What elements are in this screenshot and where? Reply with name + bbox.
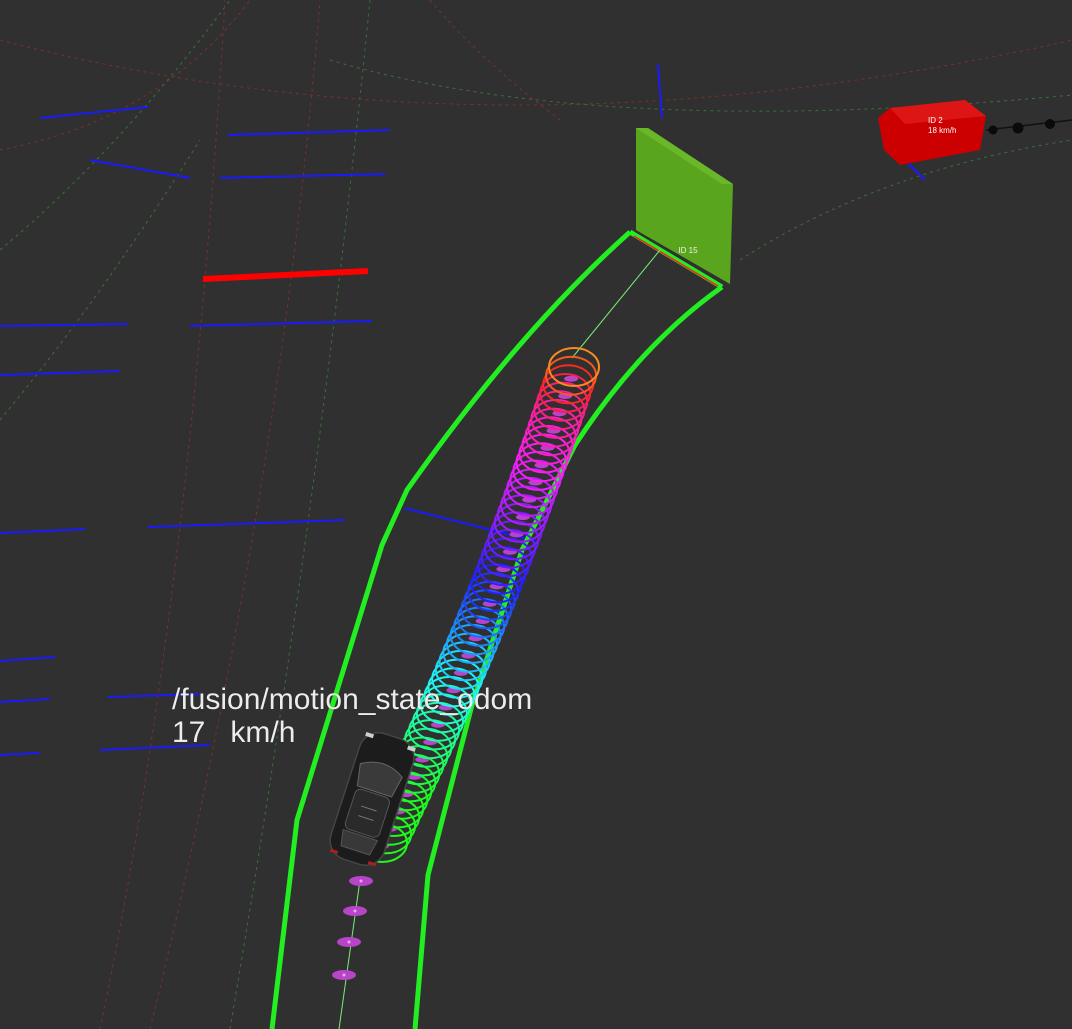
obstacle-15-id: ID 15	[678, 246, 698, 255]
scene-canvas[interactable]: ID 15 ID 2 18 km/h	[0, 0, 1072, 1029]
obstacle-2-id: ID 2	[928, 116, 943, 125]
obstacle-2[interactable]: ID 2 18 km/h	[878, 100, 986, 165]
obstacle-15[interactable]: ID 15	[636, 128, 733, 284]
obstacle-2-predicted-path	[985, 119, 1072, 135]
rviz-3d-viewport[interactable]: ID 15 ID 2 18 km/h /fusion/motion_state_…	[0, 0, 1072, 1029]
corridor-boundary	[269, 229, 724, 1029]
stop-line	[202, 268, 369, 282]
obstacle-2-speed: 18 km/h	[928, 126, 956, 135]
trajectory-marker	[564, 375, 579, 382]
ego-trail-centers	[342, 879, 363, 977]
ego-trail	[332, 876, 373, 980]
